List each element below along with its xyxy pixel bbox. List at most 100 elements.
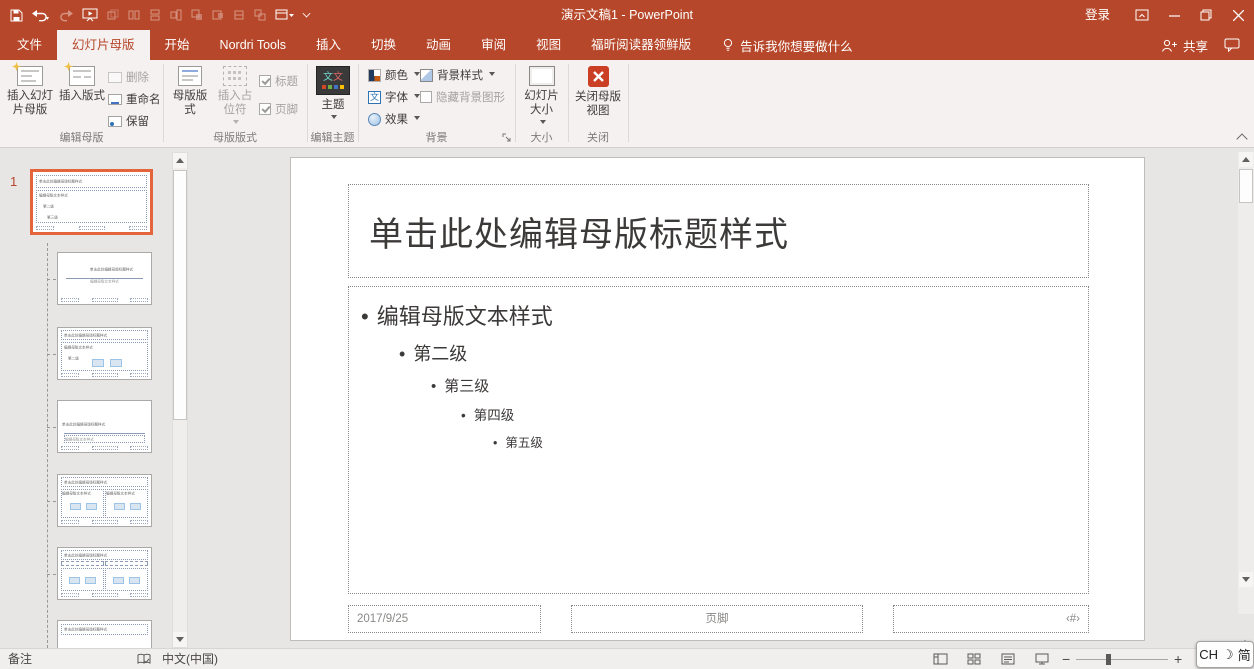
zoom-slider-thumb[interactable]	[1106, 654, 1111, 665]
fonts-button[interactable]: 文 字体	[368, 89, 420, 105]
tab-review[interactable]: 审阅	[466, 30, 521, 60]
background-styles-button[interactable]: 背景样式	[420, 67, 495, 83]
window-title: 演示文稿1 - PowerPoint	[561, 0, 693, 30]
slide-size-button[interactable]: 幻灯片大小	[521, 63, 562, 127]
addin-icon[interactable]	[128, 4, 140, 26]
reading-view-button[interactable]	[1001, 653, 1015, 665]
body-placeholder[interactable]: •编辑母版文本样式 •第二级 •第三级 •第四级 •第五级	[348, 286, 1089, 594]
effects-button[interactable]: 效果	[368, 111, 420, 127]
qat-more-chevron-icon[interactable]	[303, 4, 310, 26]
layout-thumbnail-section-header[interactable]: 单击此处编辑母版标题样式 编辑母版文本样式	[57, 400, 152, 453]
delete-button[interactable]: 删除	[108, 69, 149, 85]
footer-placeholder[interactable]: 页脚	[571, 605, 863, 633]
sign-in-button[interactable]: 登录	[1069, 0, 1126, 30]
tab-insert[interactable]: 插入	[301, 30, 356, 60]
close-button[interactable]	[1222, 0, 1254, 30]
redo-button[interactable]	[59, 4, 73, 26]
minimize-button[interactable]	[1158, 0, 1190, 30]
preserve-button[interactable]: 保留	[108, 113, 149, 129]
notes-button[interactable]: 备注	[8, 649, 32, 669]
tab-foxit-reader[interactable]: 福昕阅读器领鲜版	[576, 30, 706, 60]
scroll-up-button[interactable]	[173, 153, 187, 168]
layout-thumbnail-title-and-content[interactable]: 单击此处编辑母版标题样式 编辑母版文本样式 第二级	[57, 327, 152, 380]
hide-background-graphics-checkbox[interactable]: 隐藏背景图形	[420, 89, 505, 105]
addin-icon[interactable]	[170, 4, 182, 26]
title-bar: 演示文稿1 - PowerPoint 登录	[0, 0, 1254, 30]
addin-icon[interactable]	[233, 4, 245, 26]
slide-number-placeholder[interactable]: ‹#›	[893, 605, 1089, 633]
scroll-down-button[interactable]	[173, 632, 187, 647]
tab-animations[interactable]: 动画	[411, 30, 466, 60]
tab-home[interactable]: 开始	[150, 30, 205, 60]
tab-nordri-tools[interactable]: Nordri Tools	[205, 30, 301, 60]
close-master-view-button[interactable]: 关闭母版视图	[572, 63, 624, 118]
layout-connector-line	[47, 243, 48, 648]
main-scrollbar[interactable]	[1238, 152, 1254, 614]
zoom-in-button[interactable]: +	[1174, 649, 1182, 669]
zoom-slider[interactable]	[1076, 659, 1168, 660]
save-button[interactable]	[10, 4, 23, 26]
slide-canvas[interactable]: 单击此处编辑母版标题样式 •编辑母版文本样式 •第二级 •第三级 •第四级 •第…	[290, 157, 1145, 641]
start-slideshow-button[interactable]	[82, 4, 98, 26]
group-close: 关闭母版视图 关闭	[568, 60, 628, 147]
title-placeholder[interactable]: 单击此处编辑母版标题样式	[348, 184, 1089, 278]
addin-icon[interactable]	[254, 4, 266, 26]
zoom-out-button[interactable]: −	[1062, 649, 1070, 669]
restore-button[interactable]	[1190, 0, 1222, 30]
themes-button[interactable]: 文文 主题	[311, 63, 355, 122]
lightbulb-icon	[722, 38, 734, 52]
tell-me-box[interactable]: 告诉我你想要做什么	[722, 30, 853, 60]
powerpoint-window: 演示文稿1 - PowerPoint 登录 文件 幻灯片母版 开始 Nordri…	[0, 0, 1254, 669]
insert-slide-master-button[interactable]: 插入幻灯片母版	[4, 63, 56, 117]
addin-icon[interactable]	[149, 4, 161, 26]
colors-button[interactable]: 颜色	[368, 67, 420, 83]
body-level-3: •第三级	[431, 375, 1078, 396]
ime-indicator[interactable]: CH ☽ 简	[1196, 641, 1254, 668]
addin-icon[interactable]	[191, 4, 203, 26]
ribbon: 插入幻灯片母版 插入版式 删除 重命名 保留 编辑母版	[0, 60, 1254, 148]
proofing-icon[interactable]	[137, 653, 151, 665]
share-button[interactable]: 共享	[1161, 36, 1208, 55]
thumbnail-scrollbar[interactable]	[172, 152, 188, 648]
collapse-ribbon-button[interactable]	[1236, 133, 1247, 144]
ribbon-tab-bar: 文件 幻灯片母版 开始 Nordri Tools 插入 切换 动画 审阅 视图 …	[0, 30, 1254, 60]
qat-customize-button[interactable]	[275, 4, 294, 26]
footer-checkbox[interactable]: 页脚	[259, 101, 298, 117]
slide-sorter-view-button[interactable]	[967, 653, 981, 665]
slide-layout-icon	[69, 66, 95, 86]
comments-icon[interactable]	[1224, 38, 1240, 52]
date-placeholder[interactable]: 2017/9/25	[348, 605, 541, 633]
master-layout-button[interactable]: 母版版式	[170, 63, 210, 117]
body-level-4: •第四级	[461, 404, 1078, 424]
tab-transitions[interactable]: 切换	[356, 30, 411, 60]
normal-view-button[interactable]	[933, 653, 948, 665]
master-title-text: 单击此处编辑母版标题样式	[369, 207, 789, 256]
delete-slide-icon	[108, 72, 122, 83]
rename-button[interactable]: 重命名	[108, 91, 161, 107]
ribbon-display-options-button[interactable]	[1126, 0, 1158, 30]
tab-slide-master[interactable]: 幻灯片母版	[57, 30, 150, 60]
layout-thumbnail-title-slide[interactable]: 单击此处编辑母版标题样式 编辑母版文本样式	[57, 252, 152, 305]
language-indicator[interactable]: 中文(中国)	[162, 649, 218, 669]
insert-layout-button[interactable]: 插入版式	[58, 63, 106, 103]
layout-thumbnail-title-only[interactable]: 单击此处编辑母版标题样式	[57, 620, 152, 648]
background-styles-icon	[420, 69, 433, 82]
addin-icon[interactable]	[212, 4, 224, 26]
tab-view[interactable]: 视图	[521, 30, 576, 60]
tab-file[interactable]: 文件	[2, 30, 57, 60]
insert-placeholder-button[interactable]: 插入占位符	[213, 63, 257, 127]
slideshow-view-button[interactable]	[1035, 653, 1049, 665]
scroll-up-button[interactable]	[1239, 152, 1253, 167]
group-edit-master: 插入幻灯片母版 插入版式 删除 重命名 保留 编辑母版	[0, 60, 163, 147]
undo-button[interactable]	[32, 4, 50, 26]
layout-thumbnail-two-content[interactable]: 单击此处编辑母版标题样式 编辑母版文本样式 编辑母版文本样式	[57, 474, 152, 527]
close-master-view-icon	[588, 66, 609, 87]
scrollbar-thumb[interactable]	[1239, 169, 1253, 203]
scrollbar-thumb[interactable]	[173, 170, 187, 420]
slide-size-icon	[529, 66, 555, 86]
scroll-down-button[interactable]	[1239, 572, 1253, 587]
layout-thumbnail-comparison[interactable]: 单击此处编辑母版标题样式	[57, 547, 152, 600]
slide-master-thumbnail[interactable]: 单击此处编辑母版标题样式 编辑母版文本样式 第二级 第三级	[30, 169, 153, 235]
title-checkbox[interactable]: 标题	[259, 73, 298, 89]
addin-icon[interactable]	[107, 4, 119, 26]
